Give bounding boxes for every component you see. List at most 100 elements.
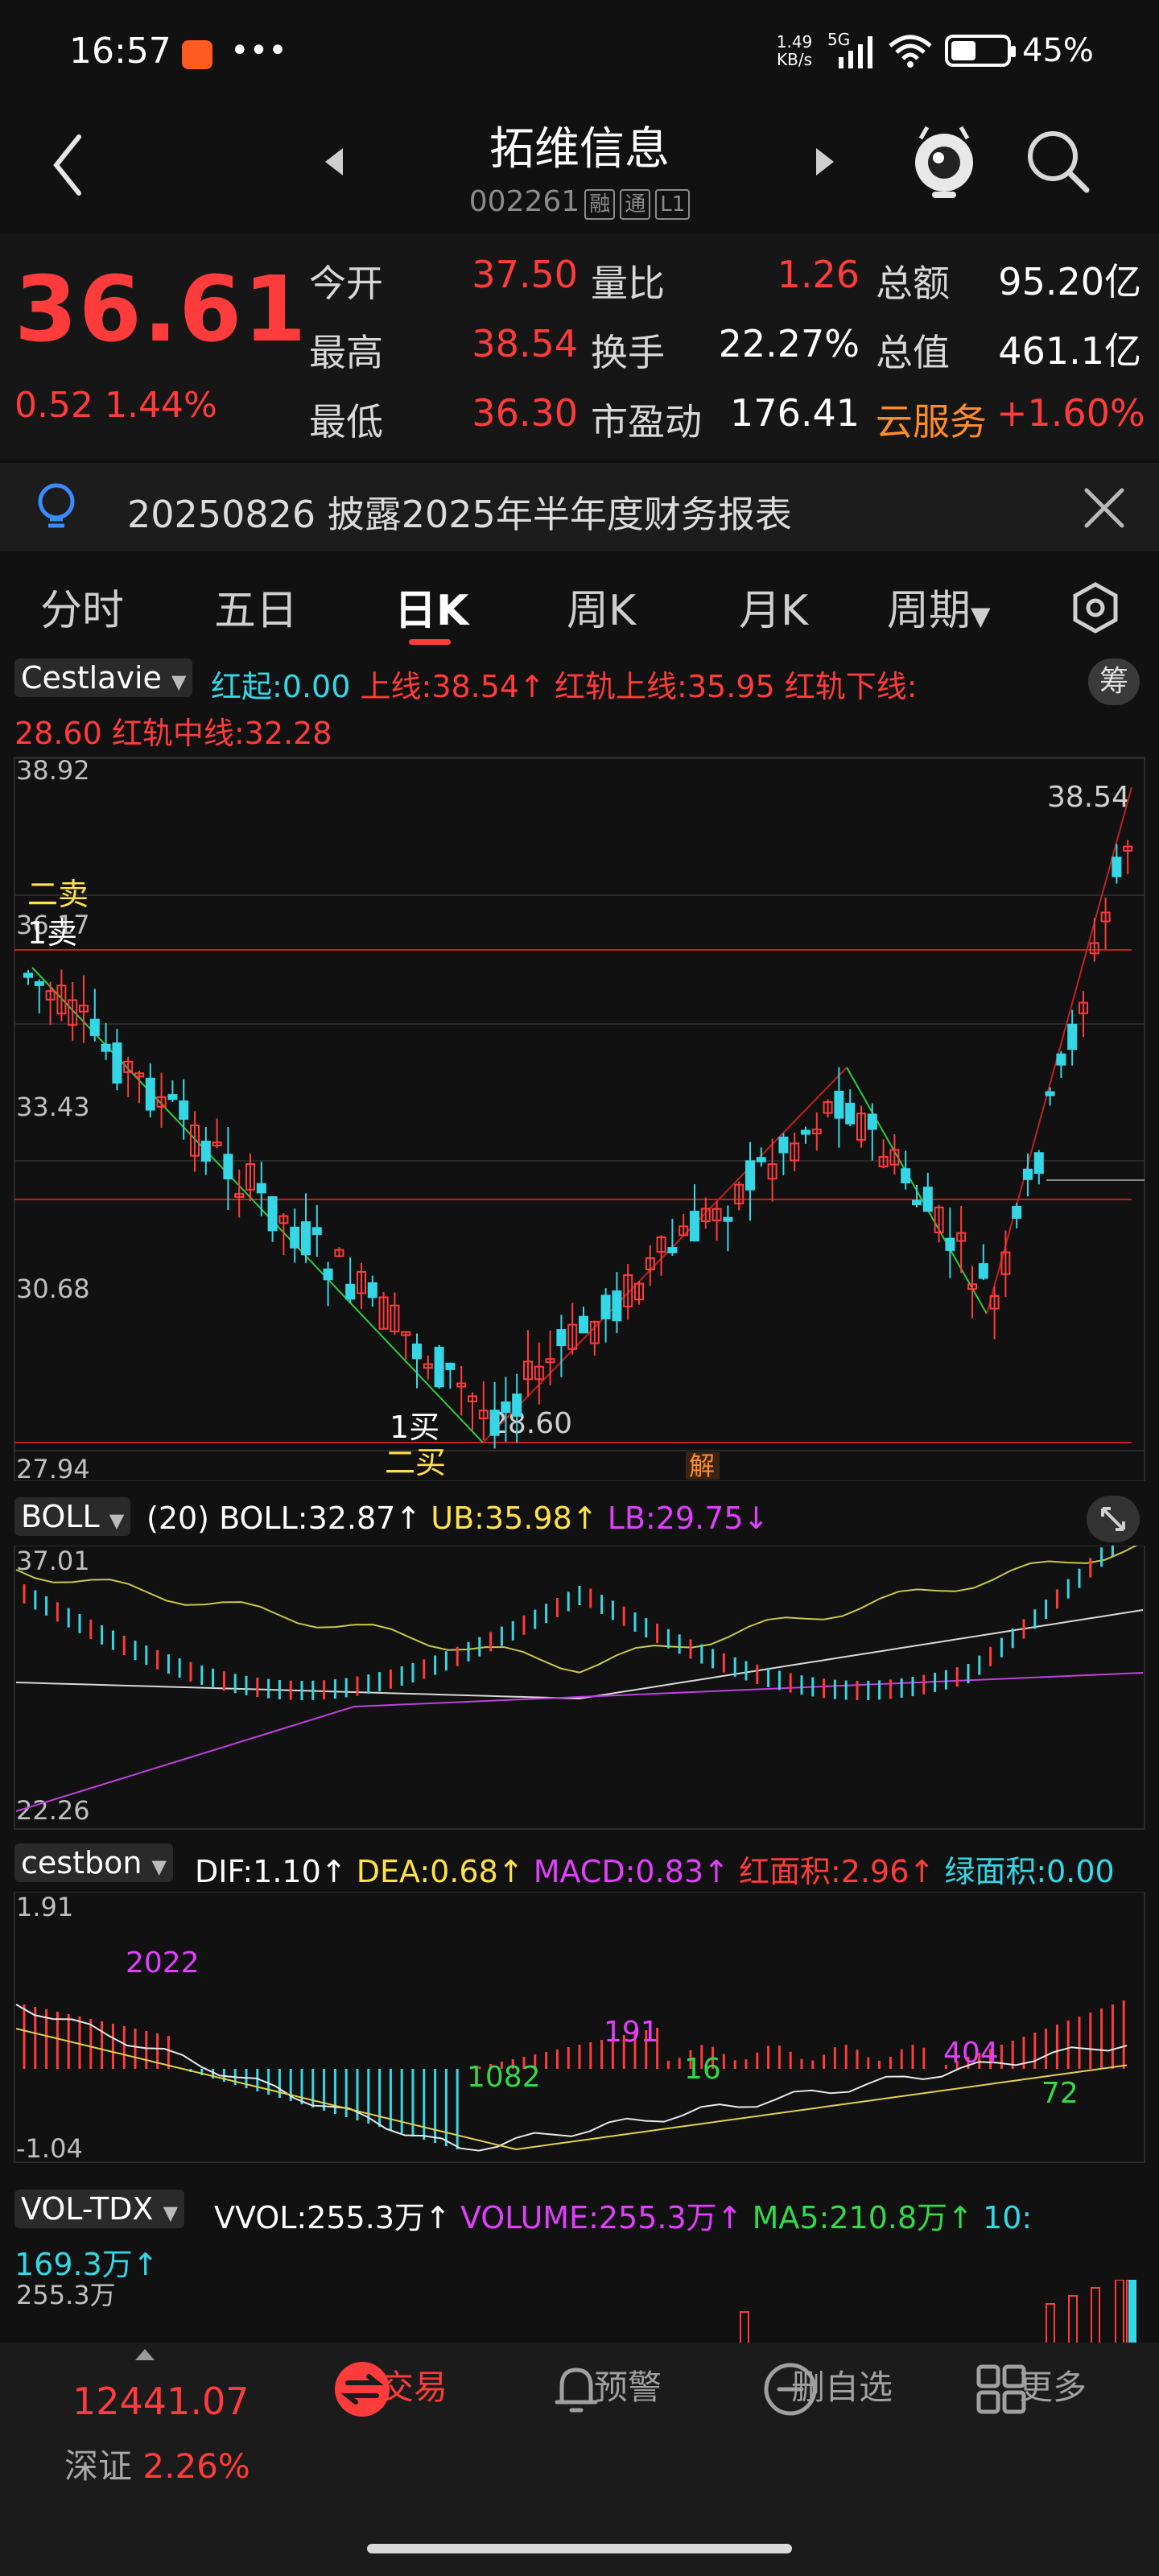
- macd-chart[interactable]: 1.91 -1.04 2022 1082 191 16 404 72: [0, 1892, 1159, 2182]
- sector-label[interactable]: 云服务: [876, 393, 987, 446]
- candle-body: [1056, 1053, 1066, 1066]
- candle-body: [756, 1157, 766, 1162]
- candle-body: [556, 1329, 567, 1347]
- boll-params: (20): [146, 1501, 210, 1536]
- tab-monthly-k[interactable]: 月K: [739, 576, 808, 637]
- index-value[interactable]: 12441.07: [72, 2380, 250, 2423]
- candle-body: [101, 1043, 111, 1052]
- boll-axis-top: 37.01: [16, 1546, 90, 1576]
- volume-bar: [1115, 2280, 1124, 2344]
- candle-body: [345, 1283, 356, 1300]
- macd-bar-value: MACD:0.83↑: [533, 1854, 729, 1889]
- candle-body: [301, 1221, 311, 1256]
- candle-body: [34, 980, 44, 986]
- candle-body: [89, 1018, 100, 1037]
- boll-indicator-selector[interactable]: BOLL ▼: [14, 1497, 131, 1536]
- macd-indicator-name: cestbon: [21, 1845, 142, 1880]
- tab-five-day[interactable]: 五日: [214, 576, 298, 637]
- candlestick-chart[interactable]: 38.9236.1733.4330.6827.9438.5428.60二卖1卖1…: [0, 757, 1159, 1481]
- candle-body: [23, 972, 33, 978]
- candle-body: [978, 1263, 988, 1279]
- trend-line-down-1: [31, 967, 484, 1443]
- candle-body: [690, 1211, 699, 1242]
- macd-annotation-404: 404: [943, 2037, 999, 2070]
- indicator-values-line2: 28.60 红轨中线:32.28: [14, 716, 332, 751]
- tab-weekly-k[interactable]: 周K: [567, 576, 636, 637]
- candle-body: [489, 1410, 500, 1436]
- boll-chart[interactable]: 37.0122.26: [0, 1546, 1159, 1835]
- macd-axis-bottom: -1.04: [16, 2133, 83, 2164]
- candle-body: [801, 1129, 810, 1135]
- close-icon[interactable]: [1082, 485, 1127, 530]
- boll-lower-band: [15, 1672, 1144, 1812]
- candle-body: [1012, 1206, 1022, 1219]
- tab-daily-k[interactable]: 日K: [394, 576, 468, 637]
- active-tab-indicator: [409, 639, 451, 645]
- candle-body: [1023, 1168, 1033, 1180]
- candle-body: [1112, 857, 1122, 877]
- candle-body: [412, 1344, 422, 1360]
- volume-axis-top: 255.3万: [16, 2280, 116, 2310]
- amount-label: 总额: [876, 262, 950, 305]
- main-indicator-selector[interactable]: Cestlavie ▼: [14, 658, 193, 697]
- tab-period[interactable]: 周期▼: [887, 576, 991, 637]
- vvol-value: VVOL:255.3万↑: [214, 2200, 451, 2235]
- status-time: 16:57: [69, 31, 171, 72]
- volume-bar: [1046, 2303, 1055, 2344]
- price-change-pct: 1.44%: [104, 385, 217, 426]
- nav-more[interactable]: 更多: [972, 2360, 1133, 2414]
- nav-alert[interactable]: 预警: [547, 2360, 708, 2413]
- signal-first-buy: 1买: [390, 1410, 439, 1445]
- macd-dif-line: [15, 2004, 1128, 2152]
- tag-level1: L1: [655, 189, 691, 220]
- search-icon[interactable]: [1022, 126, 1095, 198]
- announcement-bar[interactable]: 20250826 披露2025年半年度财务报表: [0, 463, 1159, 551]
- high-value: 38.54: [472, 322, 578, 365]
- chip-distribution-button[interactable]: 筹: [1088, 658, 1140, 705]
- volume-chart[interactable]: 255.3万: [0, 2280, 1159, 2344]
- candle-body: [579, 1315, 588, 1334]
- signal-icon: 5G: [827, 30, 876, 68]
- next-stock-icon[interactable]: [808, 142, 840, 182]
- candle-body: [167, 1094, 178, 1100]
- chevron-down-icon: ▼: [171, 671, 187, 693]
- announcement-text[interactable]: 20250826 披露2025年半年度财务报表: [127, 485, 792, 539]
- volume-indicator-selector[interactable]: VOL-TDX ▼: [14, 2190, 185, 2228]
- candle-body: [867, 1113, 877, 1130]
- axis-label-3: 33.43: [16, 1092, 90, 1122]
- settings-hexagon-icon[interactable]: [1067, 580, 1124, 636]
- amount-value: 95.20亿: [998, 260, 1141, 303]
- index-name: 深证: [64, 2446, 133, 2486]
- volume-bar: [1091, 2287, 1100, 2344]
- period-tabs: 分时 五日 日K 周K 月K 周期▼: [0, 555, 1159, 652]
- nav-trade[interactable]: 交易: [333, 2360, 494, 2417]
- macd-annotation-1082: 1082: [467, 2061, 541, 2094]
- stock-header: 拓维信息 002261 融通 L1: [0, 113, 1159, 233]
- index-info[interactable]: 深证 2.26%: [64, 2439, 250, 2488]
- expand-index-icon[interactable]: [135, 2349, 155, 2360]
- battery-percent: 45%: [1022, 32, 1094, 69]
- candle-body: [901, 1168, 911, 1183]
- candle-body: [445, 1362, 456, 1370]
- candle-body: [367, 1282, 377, 1298]
- stock-code: 002261 融通 L1: [0, 185, 1159, 220]
- macd-indicator-selector[interactable]: cestbon ▼: [14, 1843, 173, 1882]
- expand-icon[interactable]: [1087, 1496, 1140, 1542]
- tab-intraday[interactable]: 分时: [40, 576, 124, 637]
- bottom-navigation: 12441.07 深证 2.26% 交易 预警 删自选 更多: [0, 2343, 1159, 2576]
- nav-remove-watchlist[interactable]: 删自选: [761, 2360, 922, 2416]
- unlock-badge: 解: [689, 1451, 715, 1481]
- tab-period-label: 周期: [887, 587, 971, 635]
- app-notification-icon: [182, 40, 212, 69]
- assistant-mascot-icon[interactable]: [908, 121, 980, 201]
- home-indicator[interactable]: [367, 2544, 792, 2553]
- candle-body: [179, 1100, 189, 1120]
- boll-upper-band: [15, 1546, 1138, 1674]
- stock-name: 拓维信息: [489, 123, 670, 175]
- sector-change[interactable]: +1.60%: [996, 391, 1145, 435]
- status-bar: 16:57 ••• 1.49 KB/s 5G 45%: [0, 0, 1159, 113]
- candle-body: [834, 1090, 844, 1119]
- macd-dea-value: DEA:0.68↑: [356, 1854, 524, 1889]
- minus-circle-icon: [764, 2363, 817, 2416]
- low-value: 36.30: [472, 391, 578, 435]
